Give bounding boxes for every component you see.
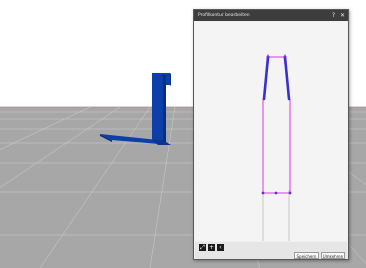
vertex-point <box>274 191 278 195</box>
save-button[interactable]: Speichern <box>294 252 319 259</box>
close-icon[interactable]: ✕ <box>340 10 345 21</box>
add-point-icon[interactable]: + <box>208 244 215 251</box>
fit-view-icon[interactable]: ⤢ <box>199 244 206 251</box>
back-icon[interactable]: ‹ <box>217 244 224 251</box>
dialog-titlebar[interactable]: Profilkontur bearbeiten ? ✕ <box>194 10 348 21</box>
vertex-point <box>261 191 265 195</box>
profile-handle-left[interactable] <box>262 55 270 101</box>
profile-handle-right[interactable] <box>283 55 291 101</box>
vertex-point <box>283 55 287 59</box>
dialog-toolbar: ⤢ + ‹ Speichern Umkehren <box>195 242 347 259</box>
profile-drawing[interactable] <box>195 22 347 241</box>
profile-editor-dialog: Profilkontur bearbeiten ? ✕ ⤢ + ‹ Speich… <box>193 9 349 260</box>
vertex-point <box>288 191 292 195</box>
profile-canvas[interactable] <box>195 22 347 241</box>
undo-button[interactable]: Umkehren <box>321 252 345 259</box>
dialog-title: Profilkontur bearbeiten <box>198 13 250 18</box>
vertex-point <box>266 55 270 59</box>
help-icon[interactable]: ? <box>332 10 335 21</box>
